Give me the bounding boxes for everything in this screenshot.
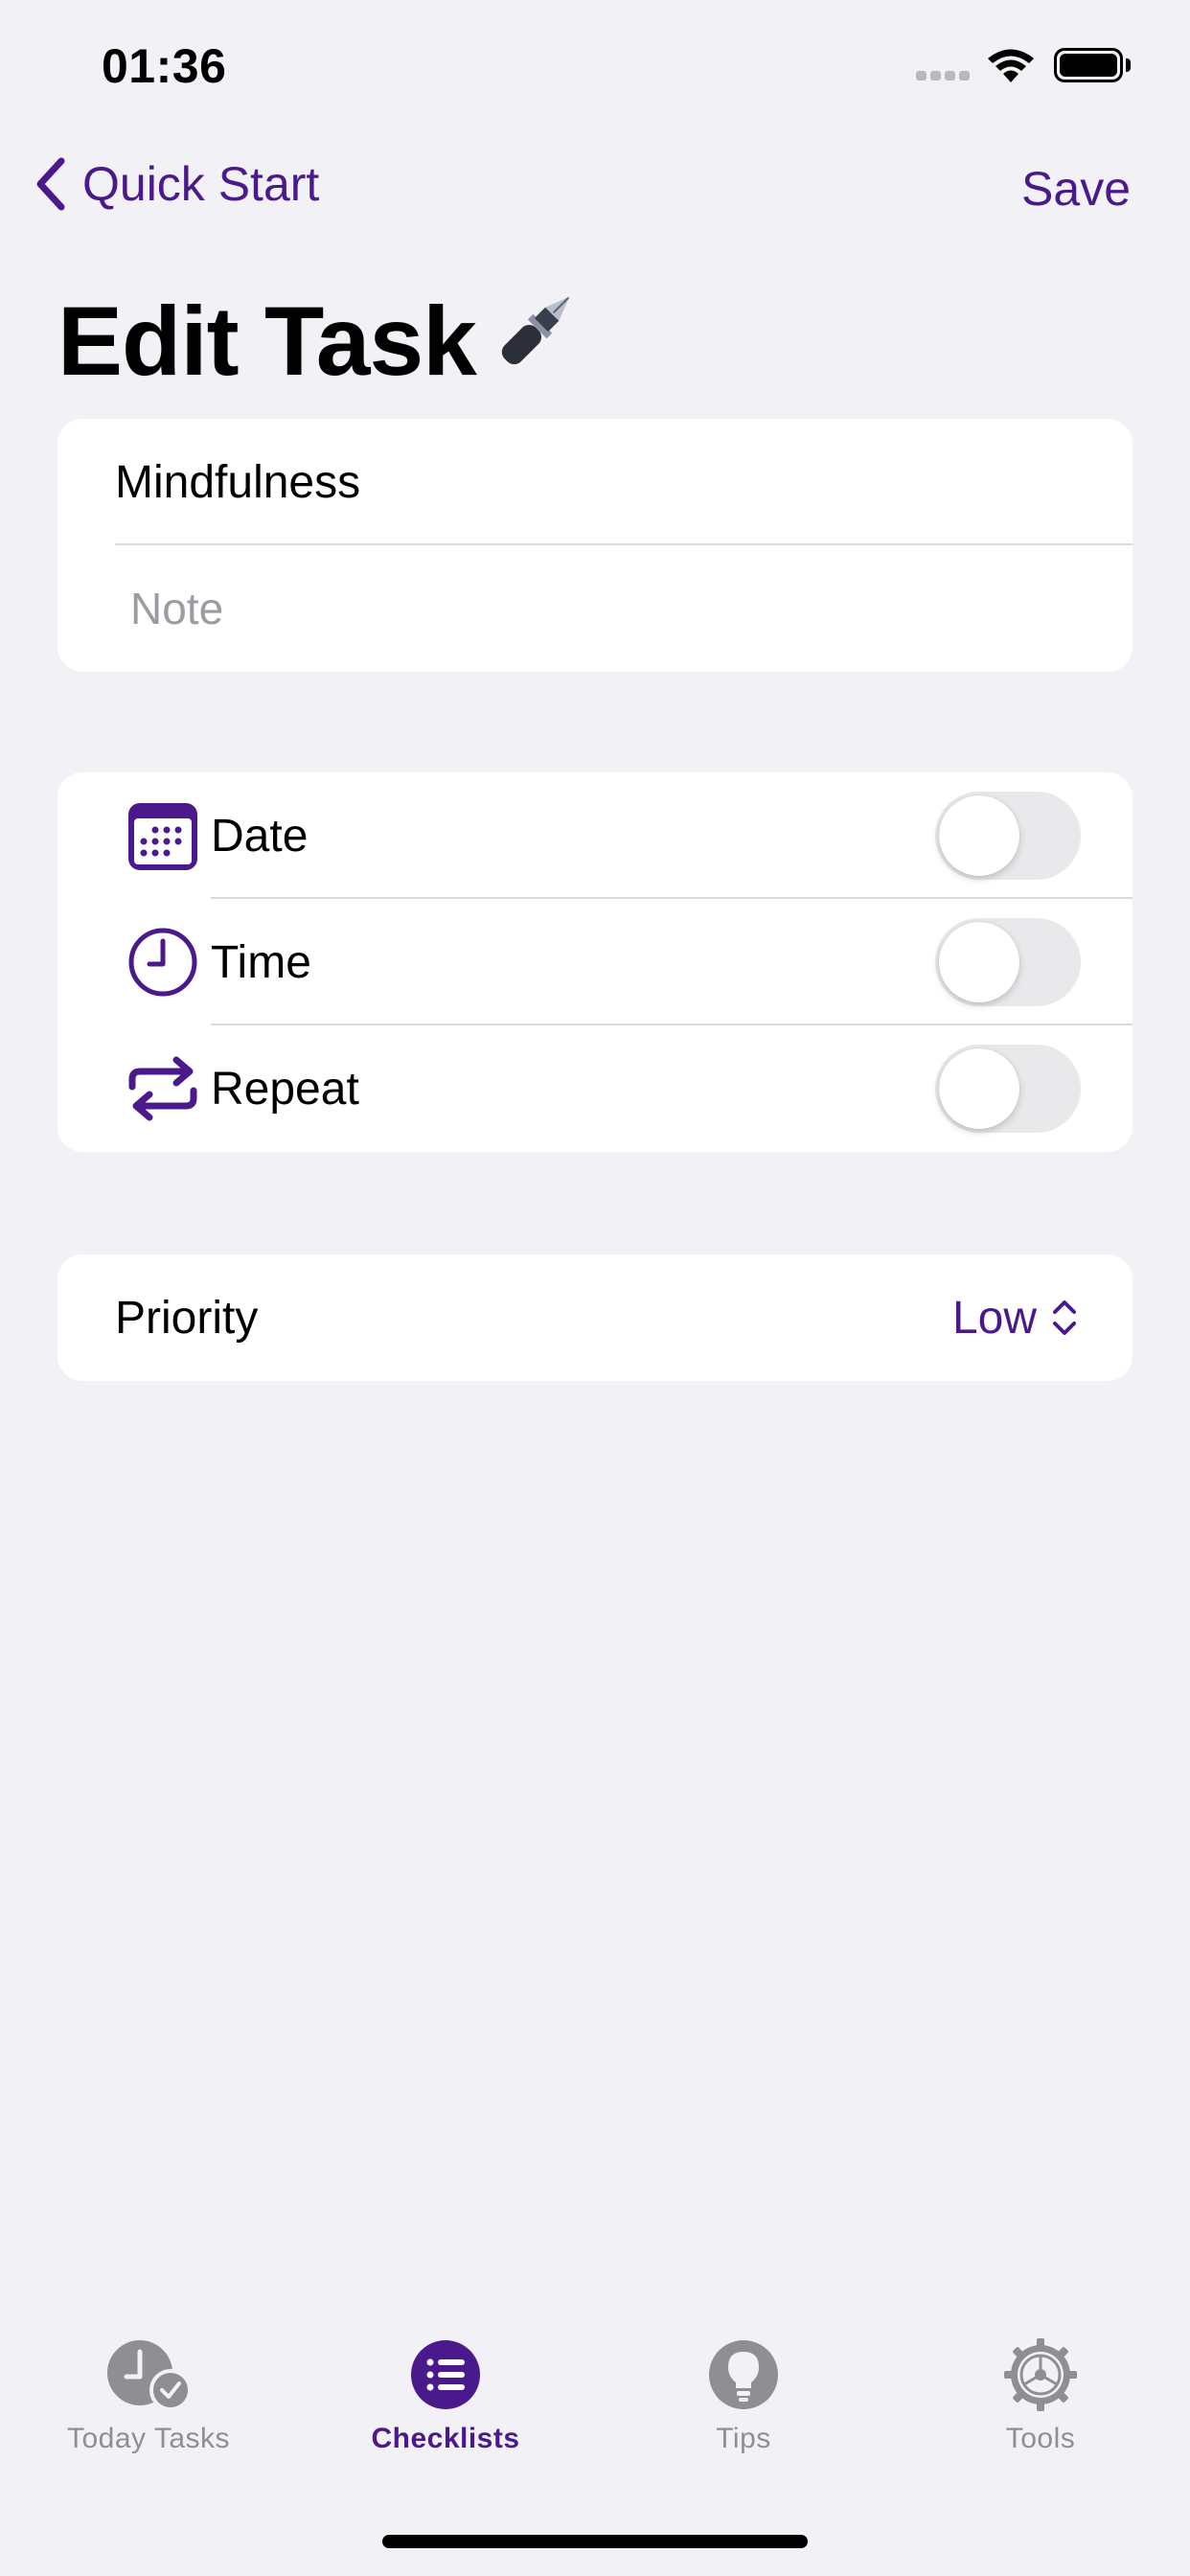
priority-value: Low	[951, 1292, 1037, 1344]
option-row-repeat[interactable]: Repeat	[57, 1025, 1133, 1152]
gear-icon	[1004, 2338, 1077, 2411]
tab-tools[interactable]: Tools	[926, 2338, 1156, 2455]
tab-label: Checklists	[371, 2423, 520, 2454]
option-row-date[interactable]: Date	[57, 772, 1133, 899]
home-indicator	[382, 2535, 808, 2548]
repeat-toggle[interactable]	[935, 1045, 1081, 1133]
note-field[interactable]: Note	[57, 583, 223, 634]
time-toggle[interactable]	[935, 918, 1081, 1006]
list-icon	[411, 2340, 480, 2409]
page-title: Edit Task	[57, 280, 589, 402]
schedule-options-card: Date Time Repeat	[57, 772, 1133, 1152]
tab-tips[interactable]: Tips	[629, 2338, 858, 2455]
option-row-time[interactable]: Time	[57, 899, 1133, 1025]
tab-label: Today Tasks	[66, 2423, 231, 2454]
tab-today-tasks[interactable]: Today Tasks	[34, 2338, 263, 2455]
page-title-text: Edit Task	[57, 286, 477, 396]
back-label: Quick Start	[82, 157, 320, 211]
save-button[interactable]: Save	[1021, 161, 1131, 217]
tab-label: Tools	[1005, 2423, 1076, 2454]
priority-label: Priority	[115, 1292, 259, 1344]
battery-cap	[1126, 58, 1131, 72]
task-details-card: Mindfulness Note	[57, 419, 1133, 672]
clock-icon	[115, 926, 211, 999]
battery-icon	[1054, 48, 1123, 82]
fountain-pen-icon	[484, 280, 589, 402]
tab-checklists[interactable]: Checklists	[331, 2338, 561, 2455]
clock-check-icon	[107, 2340, 192, 2411]
chevron-up-down-icon	[1053, 1300, 1076, 1335]
status-time: 01:36	[102, 39, 227, 93]
repeat-icon	[115, 1052, 211, 1125]
task-note-row[interactable]: Note	[57, 545, 1133, 672]
lightbulb-icon	[709, 2340, 778, 2409]
wifi-icon	[988, 49, 1034, 82]
option-label-repeat: Repeat	[211, 1063, 359, 1115]
tab-bar: Today Tasks Checklists Tips Tools	[0, 2338, 1190, 2472]
option-label-date: Date	[211, 810, 309, 862]
option-label-time: Time	[211, 936, 311, 988]
priority-picker[interactable]: Low	[952, 1292, 1079, 1345]
chevron-left-icon	[36, 157, 65, 211]
priority-row[interactable]: Priority Low	[57, 1254, 1133, 1381]
task-name-row[interactable]: Mindfulness	[57, 419, 1133, 545]
calendar-icon	[115, 799, 211, 872]
task-name-field[interactable]: Mindfulness	[57, 456, 360, 509]
back-button[interactable]: Quick Start	[33, 155, 319, 213]
cellular-signal-icon	[916, 71, 970, 80]
tab-label: Tips	[716, 2423, 771, 2454]
date-toggle[interactable]	[935, 792, 1081, 880]
priority-card: Priority Low	[57, 1254, 1133, 1381]
